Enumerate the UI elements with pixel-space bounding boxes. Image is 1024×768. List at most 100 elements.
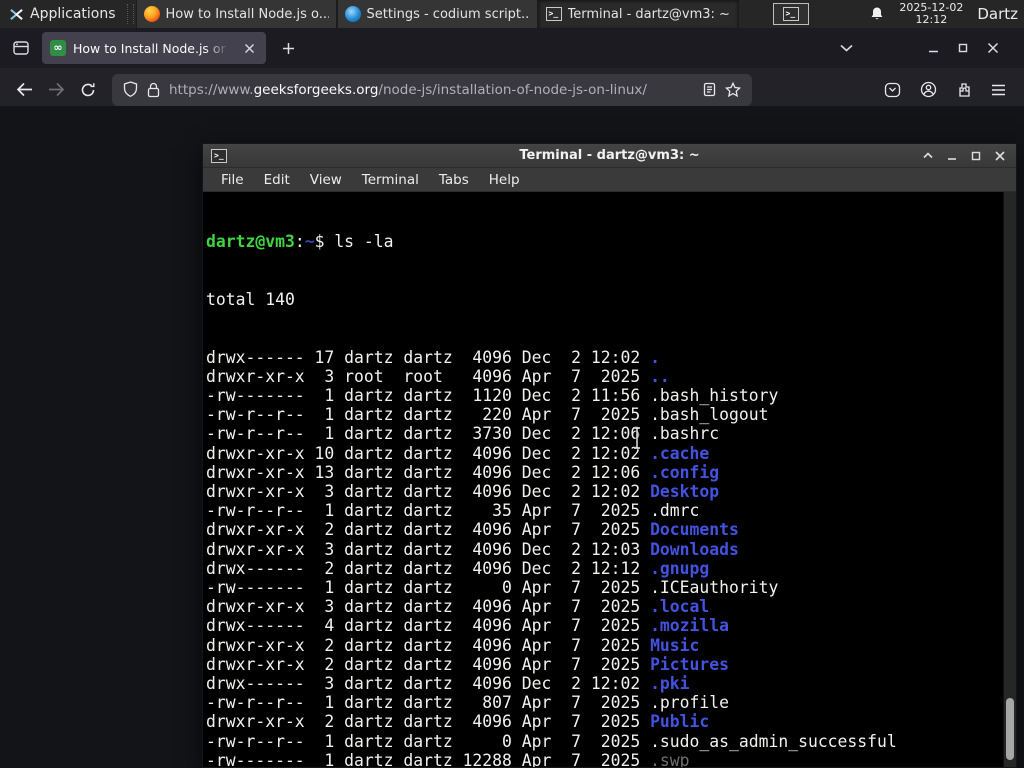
file-name: .ICEauthority — [650, 578, 779, 598]
terminal-title-bar[interactable]: >_ Terminal - dartz@vm3: ~ — [203, 144, 1016, 168]
tracking-protection-shield-icon[interactable] — [123, 81, 138, 98]
session-user-label[interactable]: Dartz — [977, 5, 1020, 23]
directory-name: Public — [650, 712, 710, 732]
terminal-listing-line: -rw-r--r-- 1 dartz dartz 3730 Dec 2 12:0… — [206, 424, 720, 444]
menu-view[interactable]: View — [300, 172, 352, 188]
menu-edit[interactable]: Edit — [254, 172, 300, 188]
directory-name: .cache — [650, 443, 710, 463]
terminal-listing-line: -rw-r--r-- 1 dartz dartz 0 Apr 7 2025 .s… — [206, 731, 897, 751]
directory-name: Pictures — [650, 654, 730, 674]
new-tab-button[interactable] — [274, 34, 302, 62]
terminal-listing-line: drwxr-xr-x 13 dartz dartz 4096 Dec 2 12:… — [206, 462, 720, 482]
command-text: ls -la — [334, 232, 394, 252]
terminal-listing-line: drwxr-xr-x 3 dartz dartz 4096 Dec 2 12:0… — [206, 539, 739, 559]
taskbar-item-label: Terminal - dartz@vm3: ~ — [567, 6, 730, 22]
desktop: Applications How to Install Node.js o...… — [0, 0, 1024, 768]
directory-name: Downloads — [650, 539, 739, 559]
tabbar-controls — [832, 34, 1018, 62]
applications-menu-button[interactable]: Applications — [0, 0, 125, 28]
terminal-output[interactable]: dartz@vm3:~$ ls -la total 140 drwx------… — [203, 192, 1016, 767]
directory-name: Documents — [650, 520, 739, 540]
directory-name: .pki — [650, 674, 690, 694]
url-bar[interactable]: https://www.geeksforgeeks.org/node-js/in… — [112, 73, 752, 106]
file-name: .bash_history — [650, 386, 779, 406]
menu-file[interactable]: File — [211, 172, 254, 188]
terminal-scrollbar[interactable] — [1003, 192, 1016, 767]
terminal-listing-line: drwxr-xr-x 2 dartz dartz 4096 Apr 7 2025… — [206, 520, 739, 540]
directory-name: Desktop — [650, 482, 720, 502]
tab-close-icon[interactable] — [240, 39, 258, 57]
list-all-tabs-icon[interactable] — [832, 34, 860, 62]
clock[interactable]: 2025-12-02 12:12 — [899, 2, 963, 26]
lock-icon[interactable] — [147, 82, 160, 98]
terminal-listing-line: drwx------ 4 dartz dartz 4096 Apr 7 2025… — [206, 616, 730, 636]
terminal-icon: >_ — [782, 7, 799, 21]
panel-status-area: 2025-12-02 12:12 Dartz — [869, 0, 1024, 28]
terminal-window-title: Terminal - dartz@vm3: ~ — [519, 148, 700, 163]
terminal-listing-line: -rw------- 1 dartz dartz 0 Apr 7 2025 .I… — [206, 578, 779, 598]
extensions-puzzle-icon[interactable] — [956, 82, 972, 98]
terminal-listing-line: drwxr-xr-x 2 dartz dartz 4096 Apr 7 2025… — [206, 635, 700, 655]
directory-name: .local — [650, 597, 710, 617]
terminal-listing-line: -rw------- 1 dartz dartz 1120 Dec 2 11:5… — [206, 386, 779, 406]
file-name: .swp — [650, 750, 690, 767]
forward-button[interactable] — [40, 74, 72, 106]
terminal-listing-line: drwxr-xr-x 2 dartz dartz 4096 Apr 7 2025… — [206, 654, 730, 674]
bookmark-star-icon[interactable] — [725, 82, 741, 97]
top-panel: Applications How to Install Node.js o...… — [0, 0, 1024, 28]
menu-terminal[interactable]: Terminal — [352, 172, 429, 188]
workspace-switcher[interactable]: >_ — [772, 3, 809, 25]
file-name: .profile — [650, 693, 730, 713]
terminal-icon: >_ — [545, 7, 562, 21]
directory-name: .config — [650, 462, 720, 482]
distro-logo-icon — [9, 7, 24, 22]
menu-tabs[interactable]: Tabs — [429, 172, 479, 188]
terminal-listing-line: drwxr-xr-x 3 dartz dartz 4096 Apr 7 2025… — [206, 597, 710, 617]
terminal-listing-line: drwxr-xr-x 10 dartz dartz 4096 Dec 2 12:… — [206, 443, 710, 463]
directory-name: Music — [650, 635, 700, 655]
pocket-save-icon[interactable] — [884, 82, 901, 98]
browser-close-button[interactable] — [978, 34, 1008, 62]
app-menu-hamburger-icon[interactable] — [991, 84, 1006, 96]
directory-name: .mozilla — [650, 616, 730, 636]
applications-menu-label: Applications — [30, 6, 116, 22]
account-icon[interactable] — [920, 81, 937, 98]
panel-handle — [126, 4, 134, 24]
taskbar-item-codium[interactable]: Settings - codium script... — [336, 0, 538, 28]
file-name: .bash_logout — [650, 405, 769, 425]
terminal-listing: drwx------ 17 dartz dartz 4096 Dec 2 12:… — [206, 348, 1016, 767]
url-text: https://www.geeksforgeeks.org/node-js/in… — [169, 81, 647, 98]
directory-name: . — [650, 347, 660, 367]
ibeam-mouse-cursor — [631, 426, 643, 450]
browser-maximize-button[interactable] — [948, 34, 978, 62]
terminal-minimize-button[interactable] — [944, 148, 960, 164]
directory-name: .. — [650, 366, 670, 386]
terminal-window-controls — [920, 148, 1008, 164]
browser-tab-bar: ∞ How to Install Node.js or — [0, 28, 1024, 68]
terminal-listing-line: drwxr-xr-x 2 dartz dartz 4096 Apr 7 2025… — [206, 712, 710, 732]
clock-time: 12:12 — [915, 13, 948, 26]
terminal-scrollbar-thumb[interactable] — [1006, 698, 1014, 760]
taskbar-item-terminal[interactable]: >_ Terminal - dartz@vm3: ~ — [537, 0, 739, 28]
terminal-maximize-button[interactable] — [968, 148, 984, 164]
firefox-view-icon[interactable] — [6, 33, 36, 63]
file-name: .bashrc — [650, 424, 720, 444]
taskbar-item-label: Settings - codium script... — [366, 6, 530, 22]
reader-view-icon[interactable] — [703, 82, 716, 97]
reload-button[interactable] — [72, 74, 104, 106]
terminal-shade-button[interactable] — [920, 148, 936, 164]
browser-minimize-button[interactable] — [918, 34, 948, 62]
terminal-listing-line: -rw------- 1 dartz dartz 12288 Apr 7 202… — [206, 751, 1016, 767]
tab-how-to-install-nodejs[interactable]: ∞ How to Install Node.js or — [42, 32, 266, 64]
terminal-listing-line: -rw-r--r-- 1 dartz dartz 35 Apr 7 2025 .… — [206, 501, 700, 521]
toolbar-right-icons — [884, 81, 1016, 98]
file-name: .dmrc — [650, 501, 700, 521]
terminal-listing-line: drwx------ 3 dartz dartz 4096 Dec 2 12:0… — [206, 674, 690, 694]
terminal-menu-bar: File Edit View Terminal Tabs Help — [203, 168, 1016, 192]
terminal-listing-line: drwx------ 2 dartz dartz 4096 Dec 2 12:1… — [206, 558, 710, 578]
taskbar-item-firefox[interactable]: How to Install Node.js o... — [135, 0, 337, 28]
terminal-close-button[interactable] — [992, 148, 1008, 164]
back-button[interactable] — [8, 74, 40, 106]
menu-help[interactable]: Help — [479, 172, 530, 188]
notification-bell-icon[interactable] — [869, 6, 885, 22]
